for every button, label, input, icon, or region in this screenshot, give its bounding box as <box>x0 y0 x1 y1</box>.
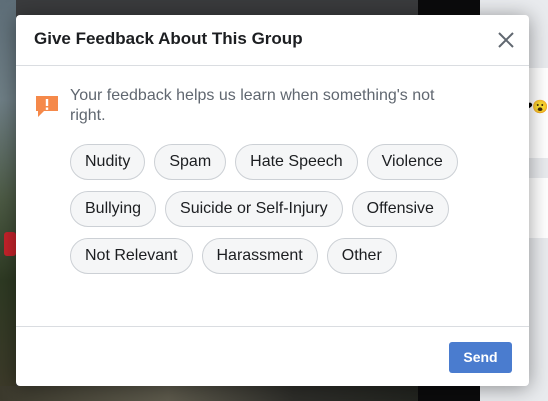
option-hate-speech[interactable]: Hate Speech <box>235 144 358 180</box>
option-violence[interactable]: Violence <box>366 144 458 180</box>
dialog-footer: Send <box>16 326 529 386</box>
option-offensive[interactable]: Offensive <box>351 191 449 227</box>
feedback-options: Nudity Spam Hate Speech Violence Bullyin… <box>70 144 490 285</box>
options-row: Not Relevant Harassment Other <box>70 238 490 274</box>
background-photo-bottom <box>0 386 420 401</box>
send-button[interactable]: Send <box>449 342 512 373</box>
option-suicide-self-injury[interactable]: Suicide or Self-Injury <box>165 191 343 227</box>
background-red-object <box>4 232 16 256</box>
option-bullying[interactable]: Bullying <box>70 191 157 227</box>
options-row: Bullying Suicide or Self-Injury Offensiv… <box>70 191 490 227</box>
dialog-title: Give Feedback About This Group <box>34 29 303 48</box>
options-row: Nudity Spam Hate Speech Violence <box>70 144 490 180</box>
option-other[interactable]: Other <box>326 238 397 274</box>
option-nudity[interactable]: Nudity <box>70 144 146 180</box>
info-message: Your feedback helps us learn when someth… <box>70 87 435 124</box>
reaction-wow-icon: 😮 <box>532 99 548 114</box>
close-icon[interactable] <box>494 28 518 52</box>
option-not-relevant[interactable]: Not Relevant <box>70 238 193 274</box>
background-photo-left <box>0 0 16 401</box>
exclamation-icon <box>34 93 60 119</box>
option-spam[interactable]: Spam <box>154 144 227 180</box>
feedback-dialog: Give Feedback About This Group Your feed… <box>16 15 529 386</box>
option-harassment[interactable]: Harassment <box>201 238 318 274</box>
dialog-header: Give Feedback About This Group <box>16 15 529 66</box>
